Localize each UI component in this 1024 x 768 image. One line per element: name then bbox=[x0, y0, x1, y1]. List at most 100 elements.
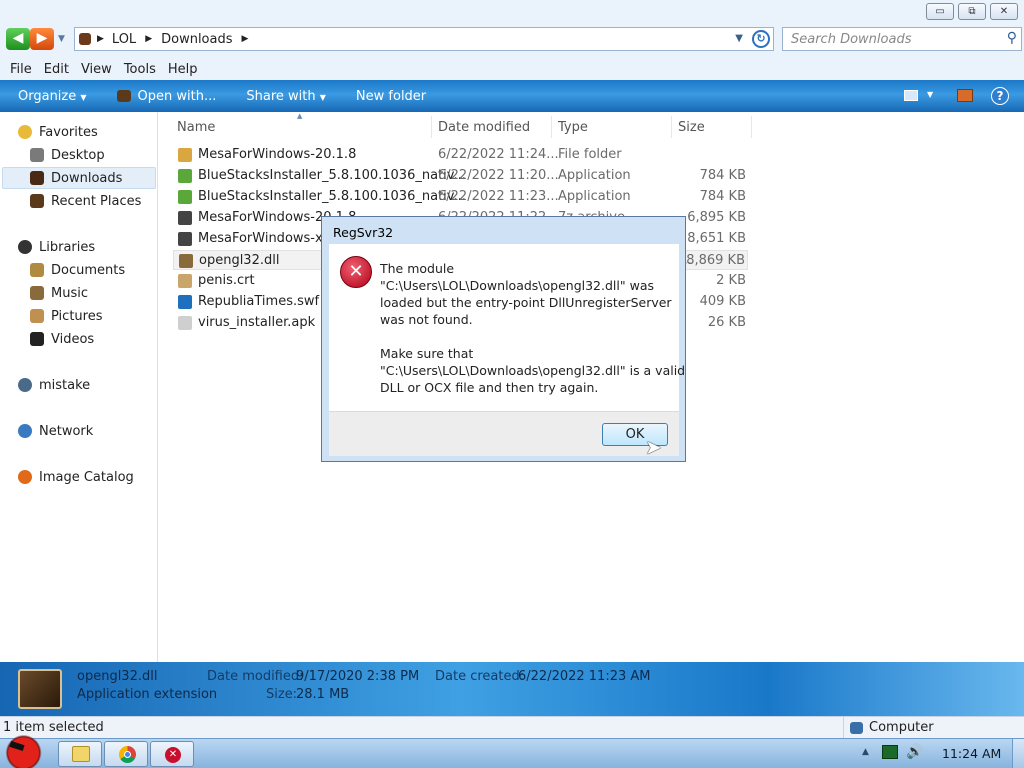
app-icon bbox=[116, 90, 131, 102]
file-name: penis.crt bbox=[198, 273, 255, 288]
file-row[interactable]: BlueStacksInstaller_5.8.100.1036_nativ..… bbox=[173, 187, 748, 207]
command-bar: Organize ▼ Open with... Share with ▼ New… bbox=[0, 80, 1024, 112]
address-dropdown-icon[interactable]: ▼ bbox=[735, 33, 743, 44]
taskbar-chrome-button[interactable] bbox=[104, 741, 148, 767]
clock[interactable]: 11:24 AM bbox=[942, 746, 1001, 761]
details-date-modified: 9/17/2020 2:38 PM bbox=[296, 669, 420, 684]
file-size: 2 KB bbox=[716, 273, 746, 288]
taskbar-explorer-button[interactable] bbox=[58, 741, 102, 767]
file-icon bbox=[178, 148, 192, 162]
nav-downloads-label: Downloads bbox=[51, 170, 123, 186]
breadcrumb-lol[interactable]: LOL bbox=[112, 32, 136, 47]
search-input[interactable]: Search Downloads bbox=[791, 32, 911, 47]
error-icon: ✕ bbox=[340, 256, 372, 288]
status-divider bbox=[843, 717, 844, 738]
file-icon bbox=[178, 274, 192, 288]
show-hidden-icons-icon[interactable]: ▲ bbox=[862, 747, 869, 757]
file-icon bbox=[179, 254, 193, 268]
dialog-message-line: The module bbox=[380, 261, 455, 276]
chevron-down-icon[interactable]: ▼ bbox=[927, 90, 933, 99]
title-bar: ▭ ⧉ ✕ bbox=[0, 0, 1024, 24]
chevron-down-icon: ▼ bbox=[319, 92, 326, 102]
nav-documents[interactable]: Documents bbox=[30, 260, 125, 280]
close-button[interactable]: ✕ bbox=[990, 3, 1018, 20]
column-name[interactable]: Name bbox=[177, 118, 215, 138]
nav-videos-label: Videos bbox=[51, 331, 95, 347]
network-tray-icon[interactable] bbox=[882, 745, 898, 759]
menu-tools[interactable]: Tools bbox=[124, 62, 156, 77]
chevron-right-icon: ▶ bbox=[145, 34, 153, 44]
nav-pictures[interactable]: Pictures bbox=[30, 306, 102, 326]
file-row[interactable]: MesaForWindows-20.1.8 6/22/2022 11:24... F… bbox=[173, 145, 748, 165]
nav-desktop[interactable]: Desktop bbox=[30, 145, 105, 165]
file-name: virus_installer.apk bbox=[198, 315, 316, 330]
error-icon: ✕ bbox=[165, 747, 181, 763]
recent-pages-dropdown-icon[interactable]: ▼ bbox=[58, 34, 65, 44]
nav-downloads[interactable]: Downloads bbox=[30, 168, 122, 188]
nav-videos[interactable]: Videos bbox=[30, 329, 94, 349]
file-thumbnail-icon bbox=[18, 669, 62, 709]
file-row[interactable]: BlueStacksInstaller_5.8.100.1036_nativ..… bbox=[173, 166, 748, 186]
nav-image-catalog[interactable]: Image Catalog bbox=[18, 467, 134, 487]
status-location-label: Computer bbox=[869, 720, 934, 735]
file-type: Application bbox=[558, 168, 631, 183]
breadcrumb-downloads[interactable]: Downloads bbox=[161, 32, 232, 47]
refresh-icon[interactable]: ↻ bbox=[752, 30, 770, 48]
nav-pictures-label: Pictures bbox=[51, 308, 103, 324]
menu-file[interactable]: File bbox=[10, 62, 32, 77]
address-row: ◀ ▶ ▼ ▶ LOL ▶ Downloads ▶ ▼ ↻ Search Dow… bbox=[0, 24, 1024, 58]
chevron-right-icon: ▶ bbox=[97, 34, 104, 44]
column-date-modified[interactable]: Date modified bbox=[438, 118, 530, 138]
dialog-footer: OK ➤ bbox=[329, 411, 679, 459]
forward-button[interactable]: ▶ bbox=[30, 28, 54, 50]
computer-icon bbox=[850, 721, 863, 734]
show-desktop-button[interactable] bbox=[1012, 739, 1024, 768]
new-folder-button[interactable]: New folder bbox=[356, 89, 426, 104]
nav-desktop-label: Desktop bbox=[51, 147, 105, 163]
dialog-title: RegSvr32 bbox=[333, 225, 394, 240]
start-button[interactable] bbox=[2, 733, 50, 768]
volume-icon[interactable]: 🔊 bbox=[906, 744, 923, 760]
downloads-icon bbox=[30, 171, 44, 185]
back-button[interactable]: ◀ bbox=[6, 28, 30, 50]
file-name: opengl32.dll bbox=[199, 253, 280, 268]
nav-favorites-label: Favorites bbox=[39, 124, 98, 140]
search-box[interactable]: Search Downloads ⚲ bbox=[782, 27, 1022, 51]
preview-pane-icon[interactable] bbox=[957, 89, 973, 102]
nav-favorites[interactable]: Favorites bbox=[18, 122, 98, 142]
open-with-label: Open with... bbox=[137, 88, 217, 104]
details-date-created-label: Date created: bbox=[435, 669, 525, 684]
nav-network[interactable]: Network bbox=[18, 421, 93, 441]
menu-edit[interactable]: Edit bbox=[44, 62, 69, 77]
column-size[interactable]: Size bbox=[678, 118, 705, 138]
menu-help[interactable]: Help bbox=[168, 62, 198, 77]
nav-homegroup[interactable]: mistake bbox=[18, 375, 90, 395]
share-with-button[interactable]: Share with ▼ bbox=[246, 89, 326, 104]
organize-label: Organize bbox=[18, 88, 77, 104]
view-options-icon[interactable] bbox=[904, 90, 918, 101]
file-icon bbox=[178, 190, 192, 204]
file-icon bbox=[178, 211, 192, 225]
dialog-message-line: Make sure that bbox=[380, 346, 474, 361]
nav-recent-places[interactable]: Recent Places bbox=[30, 191, 141, 211]
address-bar[interactable]: ▶ LOL ▶ Downloads ▶ ▼ ↻ bbox=[74, 27, 774, 51]
file-size: 784 KB bbox=[699, 168, 746, 183]
dialog-message-line: was not found. bbox=[380, 312, 473, 327]
organize-button[interactable]: Organize ▼ bbox=[18, 89, 87, 104]
details-file-kind: Application extension bbox=[77, 687, 218, 702]
pictures-icon bbox=[30, 309, 44, 323]
network-icon bbox=[18, 424, 32, 438]
help-icon[interactable]: ? bbox=[991, 87, 1009, 105]
nav-music[interactable]: Music bbox=[30, 283, 88, 303]
taskbar-regsvr32-button[interactable]: ✕ bbox=[150, 741, 194, 767]
minimize-button[interactable]: ▭ bbox=[926, 3, 954, 20]
file-icon bbox=[178, 295, 192, 309]
nav-libraries[interactable]: Libraries bbox=[18, 237, 95, 257]
nav-mistake-label: mistake bbox=[39, 377, 91, 393]
column-type[interactable]: Type bbox=[558, 118, 588, 138]
dialog-message-line: loaded but the entry-point DllUnregister… bbox=[380, 295, 672, 310]
menu-view[interactable]: View bbox=[81, 62, 112, 77]
open-with-button[interactable]: Open with... bbox=[116, 88, 217, 104]
maximize-button[interactable]: ⧉ bbox=[958, 3, 986, 20]
search-icon[interactable]: ⚲ bbox=[1007, 30, 1017, 46]
